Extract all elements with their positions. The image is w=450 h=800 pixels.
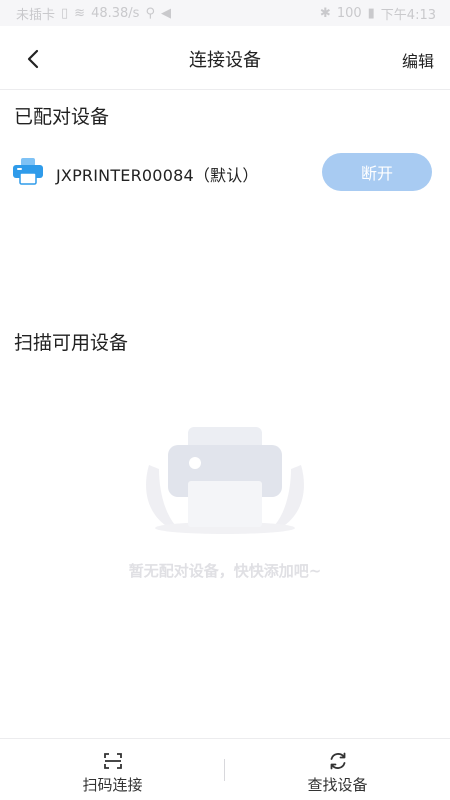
empty-state-text: 暂无配对设备，快快添加吧~: [128, 562, 322, 580]
paired-device-row[interactable]: JXPRINTER00084（默认） 断开: [0, 150, 450, 194]
bottom-bar: 扫码连接 查找设备: [0, 738, 450, 800]
status-bar: 未插卡 ▯ ≋ 48.38/s ⚲ ◀ ✱ 100 ▮ 下午4:13: [0, 0, 450, 26]
battery-level: 100: [336, 5, 362, 21]
search-device-label: 查找设备: [307, 776, 368, 794]
main-content: 已配对设备 JXPRINTER00084（默认） 断开 扫描可用设备 暂无配对设…: [0, 90, 450, 738]
scan-devices-title: 扫描可用设备: [14, 332, 129, 354]
wifi-icon: ≋: [74, 5, 86, 21]
network-speed: 48.38/s: [91, 5, 140, 21]
edit-button[interactable]: 编辑: [402, 48, 434, 72]
disconnect-button[interactable]: 断开: [322, 153, 432, 191]
navigation-icon: ◀: [160, 5, 171, 21]
bluetooth-icon: ✱: [319, 5, 331, 21]
status-left: 未插卡 ▯ ≋ 48.38/s ⚲ ◀: [16, 4, 171, 23]
header: 连接设备 编辑: [0, 26, 450, 90]
usb-icon: ⚲: [145, 5, 155, 21]
empty-printer-illustration: [146, 427, 304, 534]
paired-devices-title: 已配对设备: [14, 106, 110, 128]
sim-icon: ▯: [61, 5, 69, 21]
status-right: ✱ 100 ▮ 下午4:13: [320, 4, 436, 23]
printer-icon: [13, 158, 43, 185]
carrier-text: 未插卡: [16, 7, 56, 23]
clock: 下午4:13: [380, 7, 436, 23]
scan-connect-label: 扫码连接: [82, 776, 143, 794]
scan-connect-button[interactable]: 扫码连接: [0, 739, 225, 800]
scan-qr-icon: [103, 753, 122, 769]
page-title: 连接设备: [189, 50, 261, 71]
device-name: JXPRINTER00084（默认）: [56, 166, 259, 185]
search-device-button[interactable]: 查找设备: [225, 739, 450, 800]
battery-icon: ▮: [367, 5, 375, 21]
refresh-icon: [330, 752, 345, 770]
